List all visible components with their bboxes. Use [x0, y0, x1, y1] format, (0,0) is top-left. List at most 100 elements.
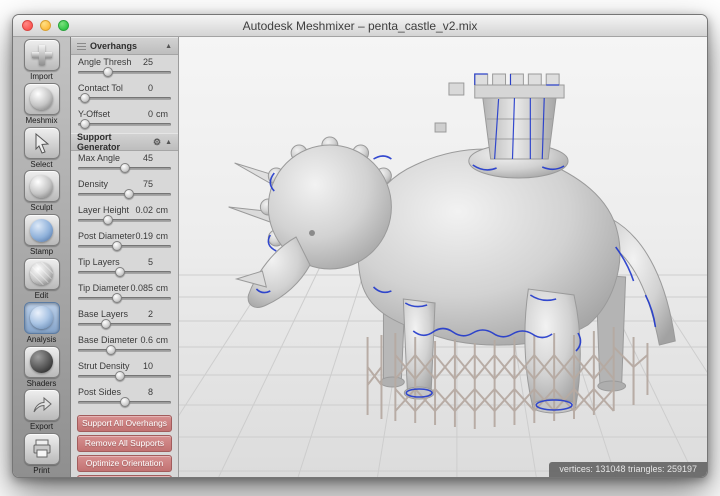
- slider-row-y-offset: Y-Offset 0 cm: [71, 107, 178, 133]
- sidebar-tool-print[interactable]: Print: [16, 433, 68, 477]
- tool-label: Shaders: [26, 378, 57, 388]
- slider-thumb[interactable]: [119, 397, 130, 407]
- sculpt-sphere-icon: [30, 174, 53, 198]
- slider-label: Max Angle: [78, 153, 121, 163]
- cursor-arrow-icon: [35, 132, 49, 154]
- tool-label: Export: [29, 422, 54, 432]
- slider-unit: cm: [156, 205, 168, 215]
- sidebar-tool-analysis[interactable]: Analysis: [16, 301, 68, 346]
- sidebar-tool-edit[interactable]: Edit: [16, 257, 68, 302]
- strut-density-slider[interactable]: [78, 371, 171, 381]
- slider-thumb[interactable]: [114, 267, 125, 277]
- slider-value: 0.085: [130, 283, 153, 293]
- slider-label: Post Sides: [78, 387, 122, 397]
- slider-thumb[interactable]: [112, 293, 123, 303]
- tip-layers-slider[interactable]: [78, 267, 171, 277]
- collapse-icon[interactable]: ▲: [165, 43, 172, 50]
- done-button[interactable]: Done: [77, 475, 172, 477]
- slider-value: 0.19: [135, 231, 153, 241]
- sidebar-tool-meshmix[interactable]: Meshmix: [16, 82, 68, 127]
- layer-height-slider[interactable]: [78, 215, 171, 225]
- slider-unit: cm: [156, 335, 168, 345]
- tool-label: Import: [30, 72, 53, 81]
- tool-label: Select: [30, 159, 53, 169]
- slider-label: Layer Height: [78, 205, 130, 215]
- slider-unit: cm: [156, 109, 168, 119]
- slider-row-angle-thresh: Angle Thresh 25: [71, 55, 178, 81]
- post-diameter-slider[interactable]: [78, 241, 171, 251]
- shaders-sphere-icon: [30, 350, 53, 374]
- slider-label: Tip Diameter: [78, 283, 130, 293]
- optimize-orientation-button[interactable]: Optimize Orientation: [77, 455, 172, 472]
- slider-thumb[interactable]: [124, 189, 135, 199]
- section-title: Overhangs: [90, 41, 138, 51]
- sidebar-tool-import[interactable]: Import: [16, 39, 68, 83]
- slider-row-max-angle: Max Angle 45: [71, 151, 178, 177]
- slider-row-tip-diameter: Tip Diameter 0.085 cm: [71, 281, 178, 307]
- tool-label: Stamp: [29, 247, 54, 257]
- tool-label: Edit: [34, 290, 49, 300]
- sidebar-tool-sculpt[interactable]: Sculpt: [16, 170, 68, 214]
- 3d-viewport-canvas[interactable]: [179, 37, 707, 477]
- slider-label: Tip Layers: [78, 257, 120, 267]
- slider-row-base-layers: Base Layers 2: [71, 307, 178, 333]
- angle-thresh-slider[interactable]: [78, 67, 171, 77]
- section-title: Support Generator: [77, 132, 121, 152]
- sidebar-tool-stamp[interactable]: Stamp: [16, 214, 68, 258]
- sidebar-tool-select[interactable]: Select: [16, 126, 68, 171]
- slider-thumb[interactable]: [79, 93, 90, 103]
- support-generator-section-header[interactable]: Support Generator ⚙ ▲: [71, 132, 178, 152]
- sidebar-tool-export[interactable]: Export: [16, 389, 68, 433]
- slider-row-base-diameter: Base Diameter 0.6 cm: [71, 333, 178, 359]
- max-angle-slider[interactable]: [78, 163, 171, 173]
- sidebar-tool-shaders[interactable]: Shaders: [16, 345, 68, 390]
- y-offset-slider[interactable]: [78, 119, 171, 129]
- window-title: Autodesk Meshmixer – penta_castle_v2.mix: [242, 19, 478, 33]
- slider-unit: cm: [156, 231, 168, 241]
- plus-icon: [31, 45, 52, 65]
- slider-row-post-diameter: Post Diameter 0.19 cm: [71, 229, 178, 255]
- slider-value: 0: [147, 83, 153, 93]
- app-window: Autodesk Meshmixer – penta_castle_v2.mix…: [12, 14, 708, 478]
- slider-value: 0: [147, 109, 153, 119]
- slider-thumb[interactable]: [105, 345, 116, 355]
- viewport[interactable]: vertices: 131048 triangles: 259197: [179, 37, 707, 477]
- overhangs-section-header[interactable]: Overhangs ▲: [71, 37, 178, 55]
- edit-sphere-icon: [30, 262, 53, 286]
- density-slider[interactable]: [78, 189, 171, 199]
- panel-actions: Support All Overhangs Remove All Support…: [71, 411, 178, 477]
- stamp-sphere-icon: [30, 218, 53, 242]
- gear-icon[interactable]: ⚙: [153, 137, 161, 148]
- export-arrow-icon: [33, 397, 52, 413]
- slider-label: Base Diameter: [78, 335, 138, 345]
- tool-sidebar: Import Meshmix Select Sculpt Stamp Edit …: [13, 37, 71, 477]
- base-layers-slider[interactable]: [78, 319, 171, 329]
- slider-label: Y-Offset: [78, 109, 111, 119]
- slider-thumb[interactable]: [102, 215, 113, 225]
- slider-thumb[interactable]: [100, 319, 111, 329]
- remove-all-supports-button[interactable]: Remove All Supports: [77, 435, 172, 452]
- slider-value: 2: [147, 309, 153, 319]
- slider-row-density: Density 75: [71, 177, 178, 203]
- base-diameter-slider[interactable]: [78, 345, 171, 355]
- collapse-icon[interactable]: ▲: [165, 139, 172, 146]
- slider-value: 45: [142, 153, 153, 163]
- slider-thumb[interactable]: [112, 241, 123, 251]
- titlebar: Autodesk Meshmixer – penta_castle_v2.mix: [13, 15, 707, 37]
- printer-icon: [33, 439, 50, 458]
- properties-panel: Overhangs ▲ Angle Thresh 25 Contact Tol …: [71, 37, 179, 477]
- slider-label: Strut Density: [78, 361, 130, 371]
- contact-tol-slider[interactable]: [78, 93, 171, 103]
- slider-label: Density: [78, 179, 109, 189]
- slider-thumb[interactable]: [102, 67, 113, 77]
- tip-diameter-slider[interactable]: [78, 293, 171, 303]
- slider-row-strut-density: Strut Density 10: [71, 359, 178, 385]
- post-sides-slider[interactable]: [78, 397, 171, 407]
- slider-value: 0.6: [140, 335, 153, 345]
- slider-thumb[interactable]: [119, 163, 130, 173]
- support-all-overhangs-button[interactable]: Support All Overhangs: [77, 415, 172, 432]
- slider-thumb[interactable]: [114, 371, 125, 381]
- slider-row-post-sides: Post Sides 8: [71, 385, 178, 411]
- slider-thumb[interactable]: [79, 119, 90, 129]
- grip-icon: [77, 42, 86, 50]
